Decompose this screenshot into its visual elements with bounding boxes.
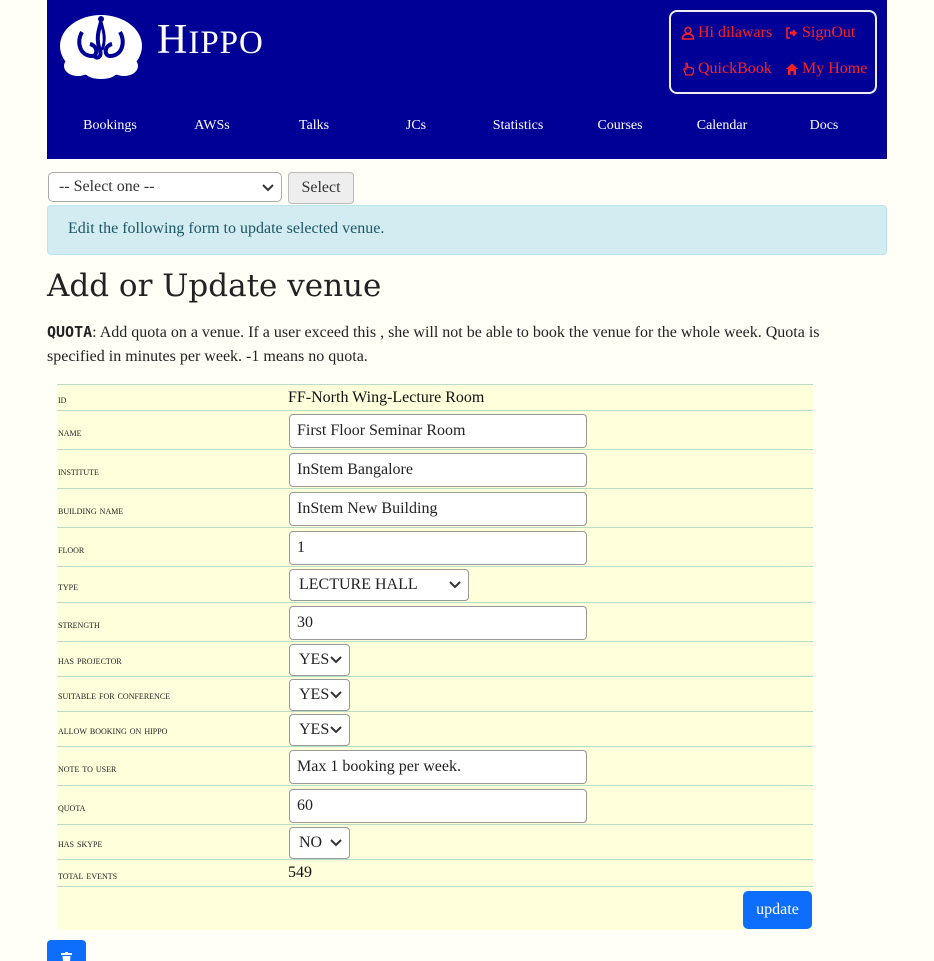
chevron-down-icon [330, 726, 342, 734]
allow-booking-label: allow booking on hippo [58, 723, 168, 737]
chevron-down-icon [330, 691, 342, 699]
building-name-label: building name [58, 503, 124, 517]
has-skype-label: has skype [58, 836, 103, 850]
note-to-user-input[interactable]: Max 1 booking per week. [289, 750, 587, 784]
floor-label: floor [58, 542, 85, 556]
chevron-down-icon [449, 581, 461, 589]
strength-input[interactable]: 30 [289, 606, 587, 640]
form-row-projector: has projector YES [57, 641, 813, 676]
nav-talks[interactable]: Talks [299, 118, 329, 134]
select-button[interactable]: Select [288, 172, 354, 204]
nav-calendar[interactable]: Calendar [697, 118, 748, 134]
form-row-note: note to user Max 1 booking per week. [57, 746, 813, 785]
has-projector-label: has projector [58, 653, 122, 667]
trash-icon [61, 952, 72, 961]
suitable-for-conference-select[interactable]: YES [289, 679, 350, 711]
sign-out-icon [786, 27, 798, 39]
note-to-user-label: note to user [58, 761, 117, 775]
floor-input[interactable]: 1 [289, 531, 587, 565]
quota-description: QUOTA: Add quota on a venue. If a user e… [47, 320, 847, 369]
chevron-down-icon [330, 839, 342, 847]
type-select-value: LECTURE HALL [299, 576, 418, 593]
sign-out-link[interactable]: SignOut [785, 24, 855, 42]
form-row-conference: suitable for conference YES [57, 676, 813, 711]
form-row-quota: quota 60 [57, 785, 813, 824]
quota-label: quota [58, 800, 86, 814]
form-row-name: name First Floor Seminar Room [57, 410, 813, 449]
has-skype-value: NO [299, 834, 323, 851]
form-row-total-events: total events 549 [57, 859, 813, 887]
has-projector-select[interactable]: YES [289, 644, 350, 676]
strength-label: strength [58, 617, 100, 631]
form-row-type: type LECTURE HALL [57, 566, 813, 602]
form-row-id: id FF-North Wing-Lecture Room [57, 384, 813, 410]
nav-courses[interactable]: Courses [597, 118, 642, 134]
suitable-for-conference-value: YES [299, 686, 330, 703]
user-greeting-link[interactable]: Hi dilawars [681, 24, 772, 42]
user-menu: Hi dilawars SignOut QuickBook My Home [669, 10, 877, 94]
institute-input[interactable]: InStem Bangalore [289, 453, 587, 487]
has-skype-select[interactable]: NO [289, 827, 350, 859]
nav-bookings[interactable]: Bookings [83, 118, 137, 134]
name-label: name [58, 425, 82, 439]
home-icon [786, 63, 798, 75]
form-row-floor: floor 1 [57, 527, 813, 566]
total-events-value: 549 [288, 864, 312, 881]
allow-booking-value: YES [299, 721, 330, 738]
suitable-for-conference-label: suitable for conference [58, 688, 171, 702]
delete-button[interactable] [47, 940, 86, 961]
allow-booking-select[interactable]: YES [289, 714, 350, 746]
institute-label: institute [58, 464, 99, 478]
type-select[interactable]: LECTURE HALL [289, 569, 469, 601]
building-name-input[interactable]: InStem New Building [289, 492, 587, 526]
venue-form: id FF-North Wing-Lecture Room name First… [57, 384, 813, 930]
chevron-down-icon [262, 184, 274, 192]
form-row-strength: strength 30 [57, 602, 813, 641]
id-label: id [58, 392, 67, 406]
quota-keyword: QUOTA [47, 323, 93, 341]
hippo-logo[interactable] [58, 10, 144, 80]
brand-name[interactable]: HIPPO [157, 16, 264, 64]
user-icon [681, 26, 695, 40]
quota-input[interactable]: 60 [289, 789, 587, 823]
update-button[interactable]: update [743, 891, 812, 929]
nav-jcs[interactable]: JCs [406, 118, 426, 134]
quickbook-link[interactable]: QuickBook [681, 60, 772, 78]
name-input[interactable]: First Floor Seminar Room [289, 414, 587, 448]
nav-docs[interactable]: Docs [810, 118, 839, 134]
nav-awss[interactable]: AWSs [194, 118, 229, 134]
hand-pointer-icon [683, 62, 695, 76]
site-header: HIPPO Hi dilawars SignOut QuickBook My H… [47, 0, 887, 159]
total-events-label: total events [58, 868, 118, 882]
quota-description-text: : Add quota on a venue. If a user exceed… [47, 324, 820, 365]
form-row-building: building name InStem New Building [57, 488, 813, 527]
main-nav: Bookings AWSs Talks JCs Statistics Cours… [47, 118, 887, 138]
form-row-institute: institute InStem Bangalore [57, 449, 813, 488]
form-row-skype: has skype NO [57, 824, 813, 859]
my-home-link[interactable]: My Home [785, 60, 867, 78]
form-row-allow-booking: allow booking on hippo YES [57, 711, 813, 746]
type-label: type [58, 579, 78, 593]
has-projector-value: YES [299, 651, 330, 668]
info-alert: Edit the following form to update select… [47, 205, 887, 255]
venue-select[interactable]: -- Select one -- [48, 172, 282, 202]
id-value: FF-North Wing-Lecture Room [288, 389, 485, 406]
page-title: Add or Update venue [47, 268, 382, 304]
nav-statistics[interactable]: Statistics [493, 118, 544, 134]
chevron-down-icon [330, 656, 342, 664]
